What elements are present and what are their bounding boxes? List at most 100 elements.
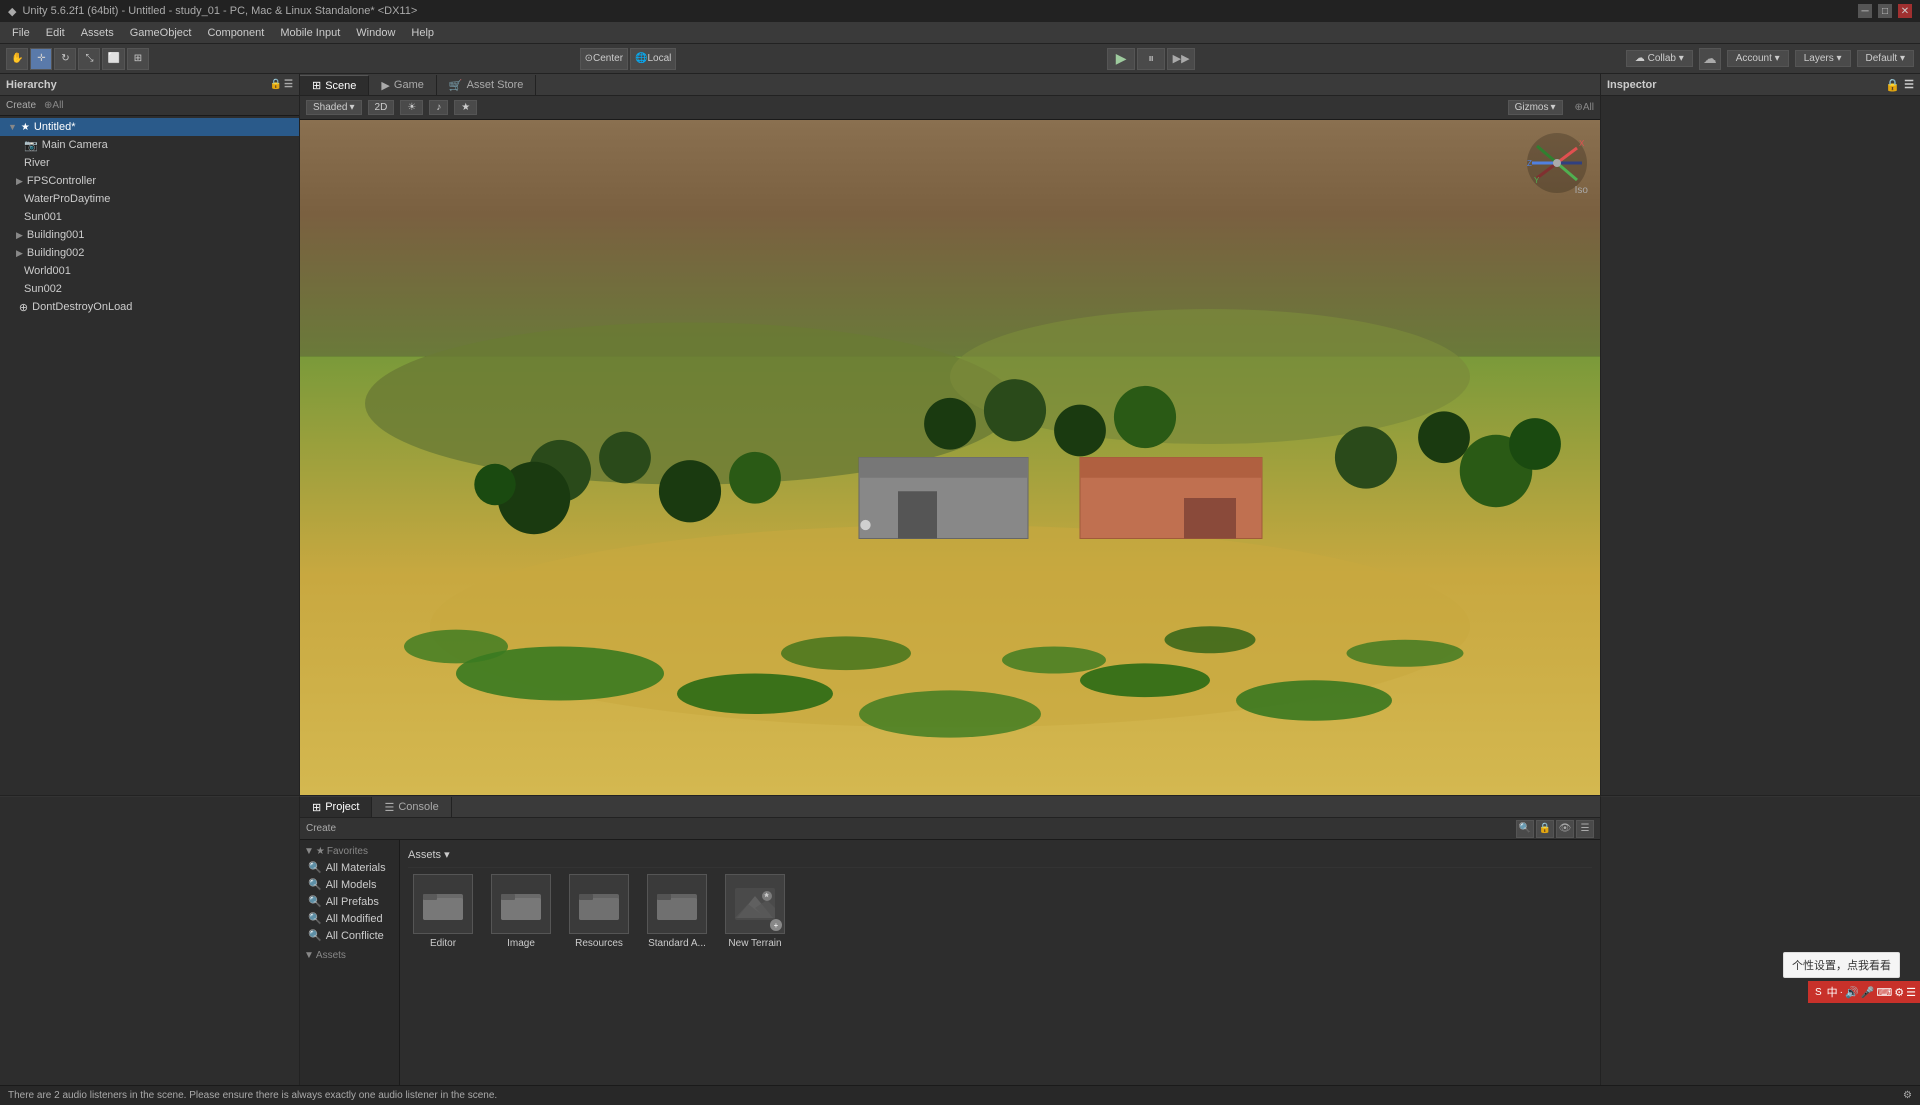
sidebar-all-models[interactable]: 🔍 All Models xyxy=(300,876,399,893)
sidebar-all-conflicte[interactable]: 🔍 All Conflicte xyxy=(300,927,399,944)
hierarchy-item-untitled[interactable]: ▼ ★ Untitled* xyxy=(0,118,299,136)
create-button[interactable]: Create xyxy=(6,100,36,111)
tab-game[interactable]: ▶ Game xyxy=(369,75,436,95)
hierarchy-item-dontdestroy[interactable]: ▶ ⊕ DontDestroyOnLoad xyxy=(0,298,299,316)
menu-gameobject[interactable]: GameObject xyxy=(122,25,200,41)
svg-text:Y: Y xyxy=(1534,176,1540,185)
menu-component[interactable]: Component xyxy=(199,25,272,41)
titlebar: ◆ Unity 5.6.2f1 (64bit) - Untitled - stu… xyxy=(0,0,1920,22)
assets-path: Assets ▾ xyxy=(408,848,450,861)
hierarchy-item-world001[interactable]: World001 xyxy=(0,262,299,280)
assets-header: Assets ▾ xyxy=(408,848,1592,868)
move-tool-button[interactable]: ✛ xyxy=(30,48,52,70)
menu-help[interactable]: Help xyxy=(403,25,442,41)
asset-image[interactable]: Image xyxy=(486,874,556,949)
menu-mobile-input[interactable]: Mobile Input xyxy=(272,25,348,41)
status-message: There are 2 audio listeners in the scene… xyxy=(8,1090,497,1101)
layout-label: Default ▾ xyxy=(1866,53,1905,64)
hierarchy-item-fps[interactable]: ▶ FPSController xyxy=(0,172,299,190)
rect-tool-button[interactable]: ⬜ xyxy=(102,48,124,70)
sidebar-all-materials[interactable]: 🔍 All Materials xyxy=(300,859,399,876)
sidebar-all-modified[interactable]: 🔍 All Modified xyxy=(300,910,399,927)
lock-icon-button[interactable]: 🔒 xyxy=(1536,820,1554,838)
asset-standard[interactable]: Standard A... xyxy=(642,874,712,949)
menubar: File Edit Assets GameObject Component Mo… xyxy=(0,22,1920,44)
collab-button[interactable]: ☁ Collab ▾ xyxy=(1626,50,1693,67)
hierarchy-item-water[interactable]: WaterProDaytime xyxy=(0,190,299,208)
asset-editor[interactable]: Editor xyxy=(408,874,478,949)
asset-standard-label: Standard A... xyxy=(648,938,706,949)
minimize-button[interactable]: ─ xyxy=(1858,4,1872,18)
close-button[interactable]: ✕ xyxy=(1898,4,1912,18)
inspector-menu-icon[interactable]: ☰ xyxy=(1904,78,1914,92)
space-button[interactable]: 🌐 Local xyxy=(630,48,676,70)
rotate-tool-button[interactable]: ↻ xyxy=(54,48,76,70)
hierarchy-header: Hierarchy 🔒 ☰ xyxy=(0,74,299,96)
2d-label: 2D xyxy=(375,102,388,113)
hierarchy-menu-icon[interactable]: ☰ xyxy=(284,79,293,90)
2d-button[interactable]: 2D xyxy=(368,100,395,115)
transform-tool-button[interactable]: ⊞ xyxy=(127,48,149,70)
play-button[interactable]: ▶ xyxy=(1107,48,1135,70)
inspector-lock-icon[interactable]: 🔒 xyxy=(1885,78,1900,92)
layers-button[interactable]: Layers ▾ xyxy=(1795,50,1851,67)
fx-toggle-button[interactable]: ★ xyxy=(454,100,477,115)
hierarchy-item-main-camera[interactable]: 📷 Main Camera xyxy=(0,136,299,154)
step-button[interactable]: ▶▶ xyxy=(1167,48,1195,70)
menu-edit[interactable]: Edit xyxy=(38,25,73,41)
tab-asset-store[interactable]: 🛒 Asset Store xyxy=(437,75,537,95)
search-icon: 🔍 xyxy=(308,895,322,908)
restore-button[interactable]: □ xyxy=(1878,4,1892,18)
light-toggle-button[interactable]: ☀ xyxy=(400,100,423,115)
settings-icon[interactable]: ⚙ xyxy=(1903,1090,1912,1101)
project-right-buttons: 🔍 🔒 👁 ☰ xyxy=(1516,820,1594,838)
project-create-button[interactable]: Create xyxy=(306,823,336,834)
pause-button[interactable]: ⏸ xyxy=(1137,48,1165,70)
asset-resources-label: Resources xyxy=(575,938,623,949)
pivot-icon: ⊙ xyxy=(585,53,593,64)
asset-resources[interactable]: Resources xyxy=(564,874,634,949)
item-label: All Conflicte xyxy=(326,930,384,942)
hierarchy-list: ▼ ★ Untitled* 📷 Main Camera River ▶ FPSC… xyxy=(0,116,299,795)
shading-dropdown[interactable]: Shaded ▾ xyxy=(306,100,362,115)
cloud-button[interactable]: ☁ xyxy=(1699,48,1721,70)
tab-console[interactable]: ☰ Console xyxy=(372,797,451,817)
toolbar: ✋ ✛ ↻ ⤡ ⬜ ⊞ ⊙ Center 🌐 Local ▶ ⏸ ▶▶ ☁ Co… xyxy=(0,44,1920,74)
hierarchy-item-building001[interactable]: ▶ Building001 xyxy=(0,226,299,244)
search-icon-button[interactable]: 🔍 xyxy=(1516,820,1534,838)
menu-icon-button[interactable]: ☰ xyxy=(1576,820,1594,838)
titlebar-info: ◆ Unity 5.6.2f1 (64bit) - Untitled - stu… xyxy=(8,5,417,18)
assets-section[interactable]: ▼ Assets xyxy=(300,948,399,963)
tab-scene[interactable]: ⊞ Scene xyxy=(300,75,369,95)
scene-view[interactable]: X Y Z Iso xyxy=(300,120,1600,795)
hierarchy-item-sun001[interactable]: Sun001 xyxy=(0,208,299,226)
project-toolbar: Create 🔍 🔒 👁 ☰ xyxy=(300,818,1600,840)
window-controls: ─ □ ✕ xyxy=(1858,4,1912,18)
tab-project[interactable]: ⊞ Project xyxy=(300,797,372,817)
asset-new-terrain[interactable]: + New Terrain xyxy=(720,874,790,949)
favorites-icon: ★ xyxy=(316,846,325,857)
gizmos-button[interactable]: Gizmos ▾ xyxy=(1508,100,1563,115)
hierarchy-item-sun002[interactable]: Sun002 xyxy=(0,280,299,298)
menu-assets[interactable]: Assets xyxy=(73,25,122,41)
gizmos-label: Gizmos xyxy=(1515,102,1549,113)
scale-tool-button[interactable]: ⤡ xyxy=(78,48,100,70)
item-label: All Materials xyxy=(326,862,386,874)
hierarchy-item-river[interactable]: River xyxy=(0,154,299,172)
eye-icon-button[interactable]: 👁 xyxy=(1556,820,1574,838)
hierarchy-lock-icon[interactable]: 🔒 xyxy=(270,79,282,90)
account-button[interactable]: Account ▾ xyxy=(1727,50,1789,67)
pivot-button[interactable]: ⊙ Center xyxy=(580,48,628,70)
hand-tool-button[interactable]: ✋ xyxy=(6,48,28,70)
layers-label: Layers ▾ xyxy=(1804,53,1842,64)
hierarchy-item-building002[interactable]: ▶ Building002 xyxy=(0,244,299,262)
menu-file[interactable]: File xyxy=(4,25,38,41)
favorites-section[interactable]: ▼ ★ Favorites xyxy=(300,844,399,859)
folder-icon xyxy=(647,874,707,934)
layout-button[interactable]: Default ▾ xyxy=(1857,50,1914,67)
audio-toggle-button[interactable]: ♪ xyxy=(429,100,448,115)
scene-icon: ⊞ xyxy=(312,79,321,92)
menu-window[interactable]: Window xyxy=(348,25,403,41)
sidebar-all-prefabs[interactable]: 🔍 All Prefabs xyxy=(300,893,399,910)
tab-project-label: Project xyxy=(325,801,359,813)
